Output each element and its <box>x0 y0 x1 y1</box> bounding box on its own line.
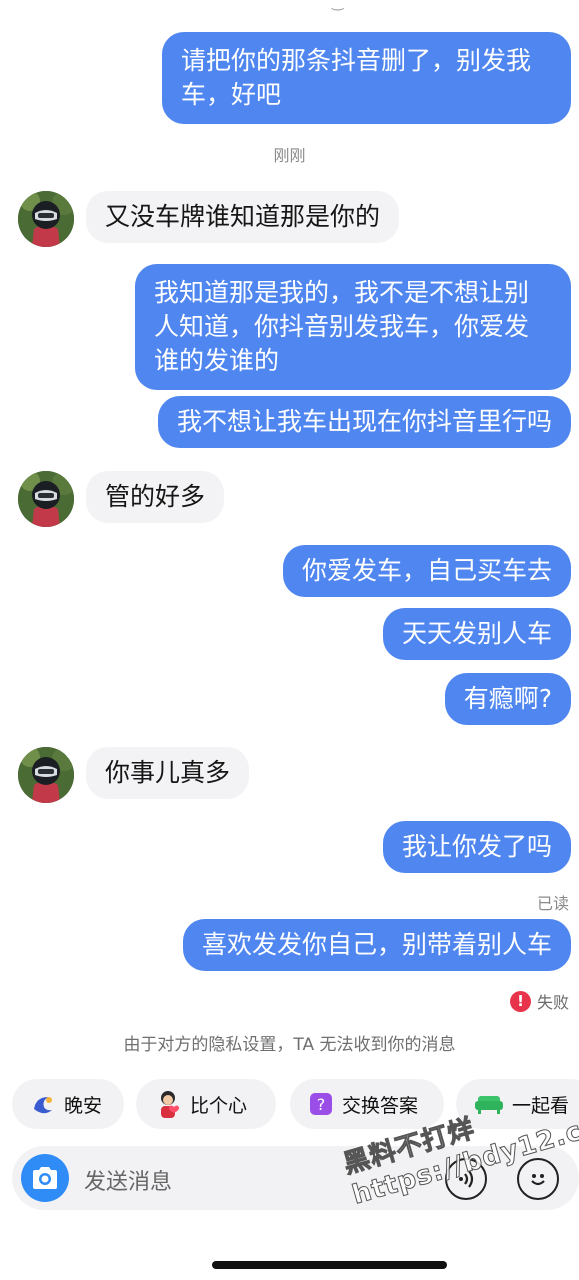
question-box-icon: ? <box>310 1093 332 1115</box>
read-receipt: 已读 <box>536 894 569 913</box>
quick-action-label: 晚安 <box>64 1094 103 1117</box>
send-failed-status[interactable]: ! 失败 <box>509 989 569 1013</box>
quick-action-heart[interactable]: 比个心 <box>136 1079 276 1129</box>
emoji-button[interactable] <box>517 1158 559 1200</box>
heart-character-icon <box>161 1091 180 1118</box>
scroll-hint: ‿ <box>332 0 344 11</box>
message-bubble-outgoing[interactable]: 天天发别人车 <box>382 608 571 660</box>
svg-text:?: ? <box>317 1095 326 1114</box>
camera-icon <box>33 1167 57 1189</box>
error-icon: ! <box>509 990 531 1012</box>
smiley-icon <box>531 1174 545 1186</box>
message-bubble-outgoing[interactable]: 有瘾啊? <box>444 673 571 725</box>
failed-label: 失败 <box>536 993 569 1012</box>
home-indicator[interactable] <box>212 1261 447 1269</box>
quick-action-label: 比个心 <box>190 1094 248 1117</box>
message-bubble-outgoing[interactable]: 我知道那是我的，我不是不想让别人知道，你抖音别发我车，你爱发谁的发谁的 <box>135 264 571 390</box>
message-input[interactable]: 发送消息 <box>84 1164 172 1196</box>
privacy-notice: 由于对方的隐私设置，TA 无法收到你的消息 <box>123 1035 456 1055</box>
contact-avatar[interactable] <box>18 191 74 247</box>
contact-avatar[interactable] <box>18 471 74 527</box>
message-bubble-outgoing[interactable]: 我让你发了吗 <box>382 821 571 873</box>
quick-action-label: 交换答案 <box>342 1094 419 1117</box>
message-bubble-incoming[interactable]: 管的好多 <box>86 471 225 523</box>
contact-avatar[interactable] <box>18 747 74 803</box>
quick-action-goodnight[interactable]: 晚安 <box>12 1079 124 1129</box>
message-timestamp: 刚刚 <box>273 146 306 165</box>
camera-button[interactable] <box>21 1154 69 1202</box>
moon-icon <box>34 1097 52 1114</box>
quick-action-exchange-answers[interactable]: ? 交换答案 <box>290 1079 444 1129</box>
message-bubble-incoming[interactable]: 又没车牌谁知道那是你的 <box>86 191 400 243</box>
message-bubble-outgoing[interactable]: 喜欢发发你自己，别带着别人车 <box>182 919 571 971</box>
message-bubble-outgoing[interactable]: 我不想让我车出现在你抖音里行吗 <box>157 396 571 448</box>
message-bubble-outgoing[interactable]: 你爱发车，自己买车去 <box>282 545 571 597</box>
message-bubble-incoming[interactable]: 你事儿真多 <box>86 747 250 799</box>
message-bubble-outgoing[interactable]: 请把你的那条抖音删了，别发我车，好吧 <box>162 32 571 124</box>
